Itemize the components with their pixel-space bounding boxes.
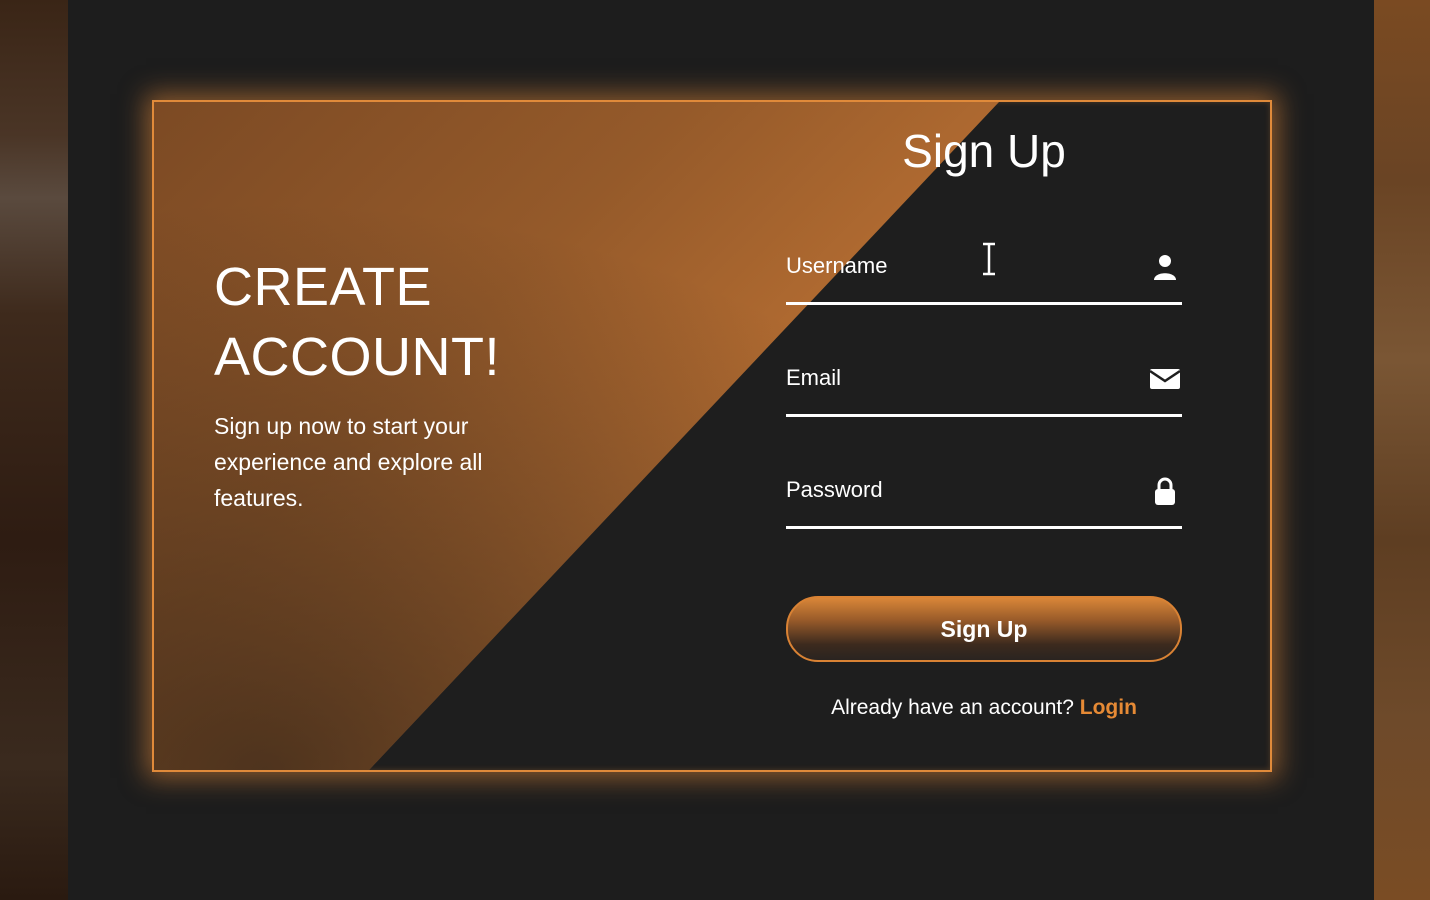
user-icon bbox=[1154, 255, 1176, 280]
right-backdrop bbox=[1374, 0, 1430, 900]
page-background: CREATE ACCOUNT! Sign up now to start you… bbox=[0, 0, 1430, 900]
login-prompt: Already have an account? Login bbox=[786, 696, 1182, 720]
lock-icon bbox=[1155, 477, 1175, 505]
headline-line-1: CREATE bbox=[214, 257, 433, 317]
envelope-icon bbox=[1150, 369, 1180, 389]
left-backdrop bbox=[0, 0, 68, 900]
username-label: Username bbox=[786, 253, 888, 278]
headline: CREATE ACCOUNT! bbox=[214, 252, 534, 392]
login-link[interactable]: Login bbox=[1080, 696, 1137, 719]
text-cursor-icon bbox=[983, 242, 995, 276]
password-label: Password bbox=[786, 477, 883, 502]
signup-card: CREATE ACCOUNT! Sign up now to start you… bbox=[152, 100, 1272, 772]
password-field[interactable]: Password bbox=[786, 466, 1182, 529]
signup-button[interactable]: Sign Up bbox=[786, 596, 1182, 662]
login-prompt-text: Already have an account? bbox=[831, 696, 1080, 719]
welcome-subtext: Sign up now to start your experience and… bbox=[214, 413, 483, 511]
email-label: Email bbox=[786, 365, 842, 390]
welcome-panel: CREATE ACCOUNT! Sign up now to start you… bbox=[214, 252, 534, 516]
form-title: Sign Up bbox=[902, 125, 1066, 177]
email-field[interactable]: Email bbox=[786, 354, 1182, 417]
headline-line-2: ACCOUNT! bbox=[214, 327, 500, 387]
